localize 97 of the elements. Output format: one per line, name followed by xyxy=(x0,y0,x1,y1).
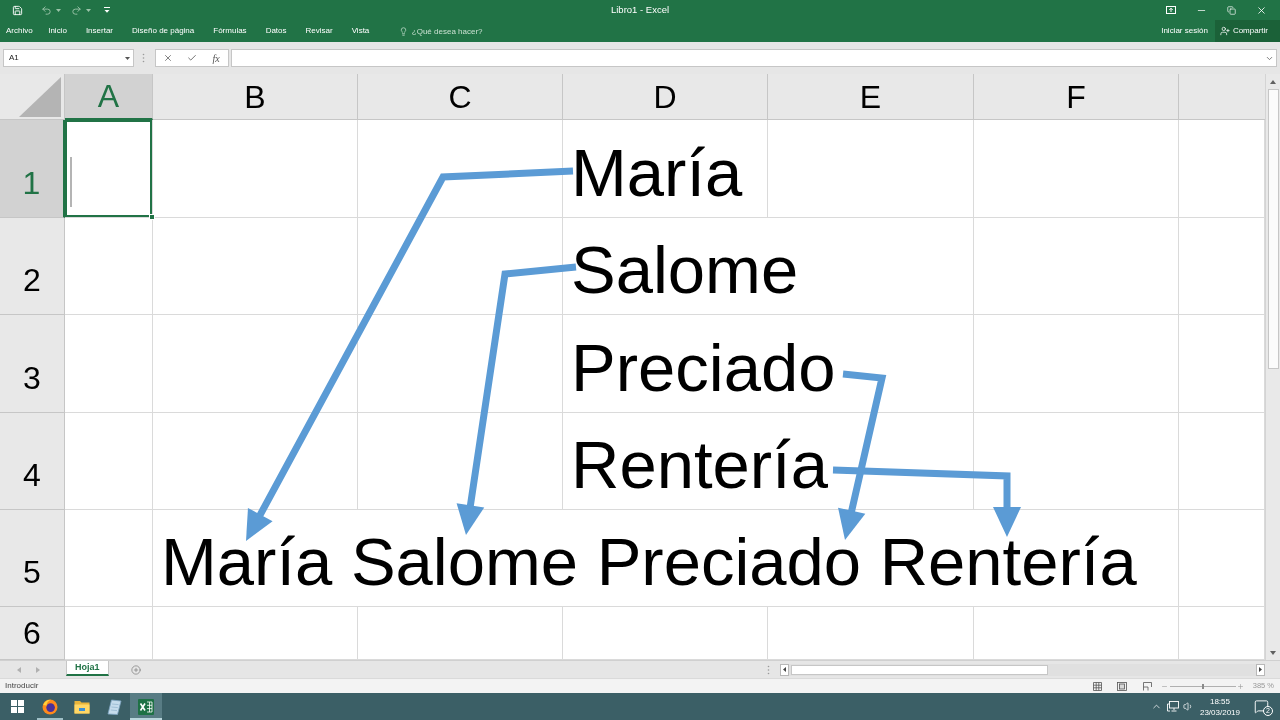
notepad-icon xyxy=(106,698,122,715)
grid-cell[interactable] xyxy=(65,218,153,315)
grid-cell[interactable]: María xyxy=(563,120,768,218)
scrollbar-thumb[interactable] xyxy=(1267,89,1279,369)
grid-cell[interactable]: Rentería xyxy=(563,413,974,510)
folder-icon xyxy=(74,699,90,714)
plus-icon xyxy=(1237,682,1245,690)
ribbon-tab[interactable]: Diseño de página xyxy=(122,20,204,42)
grid-cell[interactable] xyxy=(153,315,358,413)
grid-cell[interactable] xyxy=(153,120,358,218)
row-header[interactable]: 5 xyxy=(0,510,65,607)
redo-icon xyxy=(71,4,82,16)
line-caret-icon xyxy=(104,7,110,13)
ribbon-tab[interactable]: Datos xyxy=(256,20,297,42)
caret-icon xyxy=(86,8,91,12)
column-header[interactable]: F xyxy=(974,74,1179,120)
grip-dots-icon xyxy=(142,53,145,63)
fill-handle[interactable] xyxy=(149,214,155,220)
cell-text: María xyxy=(571,133,743,211)
share-button[interactable]: Compartir xyxy=(1214,20,1280,42)
grid-cell[interactable] xyxy=(65,510,153,607)
triangle-left-icon xyxy=(17,666,21,673)
window-arrow-icon xyxy=(1166,6,1176,14)
caret-icon xyxy=(125,56,130,60)
network-icon xyxy=(1166,701,1179,712)
cell-text: María Salome Preciado Rentería xyxy=(161,522,1137,600)
sheet-tab[interactable]: Hoja1 xyxy=(66,661,109,676)
grid-cell[interactable] xyxy=(358,218,563,315)
search-field[interactable]: ¿Qué desea hacer? xyxy=(411,24,490,38)
vertical-scrollbar[interactable] xyxy=(1265,74,1280,660)
taskbar-app-button[interactable] xyxy=(130,693,162,720)
ribbon-tab[interactable]: Fórmulas xyxy=(203,20,257,42)
row-header[interactable]: 4 xyxy=(0,413,65,510)
triangle-icon xyxy=(19,77,61,117)
triangle-up-icon xyxy=(1270,79,1276,84)
scroll-left-button[interactable] xyxy=(780,663,789,676)
cancel-icon xyxy=(163,53,173,63)
horizontal-scrollbar[interactable] xyxy=(780,663,1265,676)
check-icon xyxy=(187,53,197,63)
grid-cell[interactable] xyxy=(153,413,358,510)
name-box[interactable]: A1 xyxy=(3,49,134,67)
spreadsheet-icon xyxy=(138,698,154,715)
grid-cell[interactable]: Salome xyxy=(563,218,974,315)
column-header[interactable]: A xyxy=(65,74,153,120)
lightbulb-icon xyxy=(398,26,408,36)
row-header[interactable]: 3 xyxy=(0,315,65,413)
page-break-icon xyxy=(1142,681,1152,691)
ribbon-tab[interactable]: Archivo xyxy=(0,20,39,42)
grid-cell[interactable] xyxy=(65,413,153,510)
ribbon-tab[interactable]: Inicio xyxy=(38,20,77,42)
cell-text: Rentería xyxy=(571,425,828,503)
grid-cell[interactable] xyxy=(974,120,1179,218)
cell-text: Preciado xyxy=(571,328,836,406)
zoom-slider-thumb[interactable] xyxy=(1201,683,1204,689)
column-header[interactable]: C xyxy=(358,74,563,120)
plus-circle-icon xyxy=(130,664,141,675)
grid-icon xyxy=(1092,681,1102,691)
grid-cell[interactable] xyxy=(974,315,1179,413)
browser-icon xyxy=(42,698,58,715)
taskbar-clock[interactable]: 18:55 23/03/2019 xyxy=(1196,693,1243,720)
row-header[interactable]: 1 xyxy=(0,120,65,218)
sign-in-link[interactable]: Iniciar sesión xyxy=(1161,20,1208,42)
save-icon xyxy=(11,4,23,16)
grid-cell[interactable] xyxy=(65,315,153,413)
windows-logo-icon xyxy=(10,700,24,713)
column-header[interactable]: D xyxy=(563,74,768,120)
column-header[interactable]: B xyxy=(153,74,358,120)
grid-cell[interactable]: Preciado xyxy=(563,315,974,413)
column-header[interactable]: E xyxy=(768,74,974,120)
person-add-icon xyxy=(1219,26,1230,36)
grid-cell[interactable] xyxy=(974,218,1179,315)
selected-cell[interactable] xyxy=(65,120,153,218)
row-header[interactable]: 6 xyxy=(0,607,65,660)
ribbon-tab[interactable]: Insertar xyxy=(76,20,123,42)
close-icon xyxy=(1255,4,1267,16)
scrollbar-thumb[interactable] xyxy=(791,664,1048,675)
scroll-right-button[interactable] xyxy=(1256,663,1265,676)
undo-icon xyxy=(41,4,52,16)
row-header[interactable]: 2 xyxy=(0,218,65,315)
grid-cell[interactable] xyxy=(768,120,974,218)
caret-icon xyxy=(56,8,61,12)
grid-cell[interactable] xyxy=(358,315,563,413)
ribbon-tab[interactable]: Vista xyxy=(342,20,379,42)
select-all-button[interactable] xyxy=(0,74,65,120)
window-title: Libro1 - Excel xyxy=(610,2,670,17)
restore-icon xyxy=(1226,5,1236,15)
grid-cell[interactable] xyxy=(358,120,563,218)
triangle-right-icon xyxy=(1259,667,1262,672)
cell-text: Salome xyxy=(571,230,799,308)
formula-input[interactable] xyxy=(231,49,1277,67)
grid-cell[interactable] xyxy=(153,218,358,315)
triangle-left-icon xyxy=(783,667,786,672)
triangle-down-icon xyxy=(1270,650,1276,655)
status-mode: Introducir xyxy=(4,680,39,692)
ribbon-tab[interactable]: Revisar xyxy=(296,20,343,42)
triangle-right-icon xyxy=(36,666,40,673)
grip-dots-icon xyxy=(767,664,770,675)
